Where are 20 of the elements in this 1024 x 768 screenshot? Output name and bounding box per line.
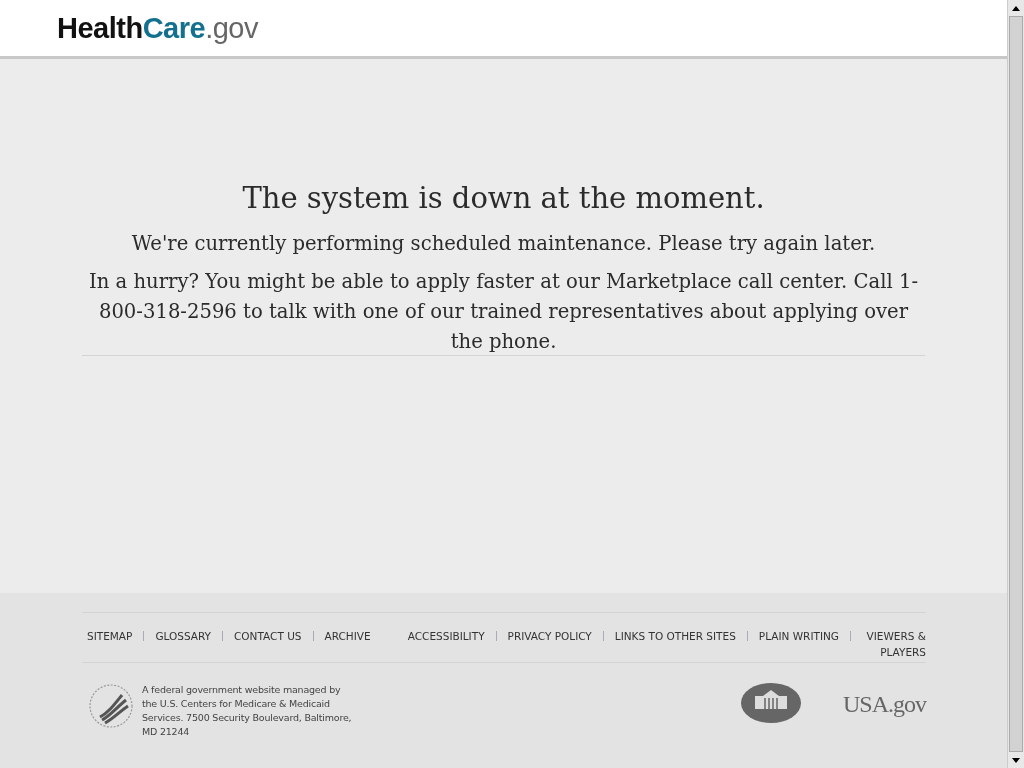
- agency-text: A federal government website managed by the U.S. Centers for Medicare & Medicaid Services. 7500 Security Boulevard, Baltimore, MD 21244: [142, 683, 353, 739]
- scrollbar[interactable]: [1007, 0, 1024, 768]
- footer-link[interactable]: SITEMAP: [87, 628, 133, 644]
- footer-link[interactable]: PRIVACY POLICY: [507, 628, 592, 644]
- footer-link[interactable]: PLAIN WRITING: [758, 628, 839, 644]
- footer-link[interactable]: ACCESSIBILITY: [407, 628, 485, 644]
- message-text: We're currently performing scheduled maintenance. Please try again later.: [130, 231, 877, 257]
- footer-link[interactable]: LINKS TO OTHER SITES: [614, 628, 736, 644]
- footer-link[interactable]: GLOSSARY: [155, 628, 211, 644]
- usa-gov-logo[interactable]: USA.gov: [843, 691, 926, 718]
- scroll-down-icon[interactable]: [1012, 757, 1020, 763]
- eagle-seal-icon: [88, 683, 134, 729]
- page-title: The system is down at the moment.: [241, 181, 766, 215]
- message-text: In a hurry? You might be able to apply faster at our Marketplace call center. Call 1-800-318-2596 to talk with one of our trained representatives about applying over the phone.: [88, 269, 919, 355]
- footer-link[interactable]: CONTACT US: [234, 628, 302, 644]
- scroll-up-icon[interactable]: [1012, 5, 1020, 11]
- footer-link[interactable]: ARCHIVE: [324, 628, 371, 644]
- building-seal-icon[interactable]: [741, 683, 801, 723]
- footer-link[interactable]: VIEWERS & PLAYERS: [862, 628, 926, 660]
- healthcare-logo[interactable]: HealthCare.gov: [57, 11, 258, 45]
